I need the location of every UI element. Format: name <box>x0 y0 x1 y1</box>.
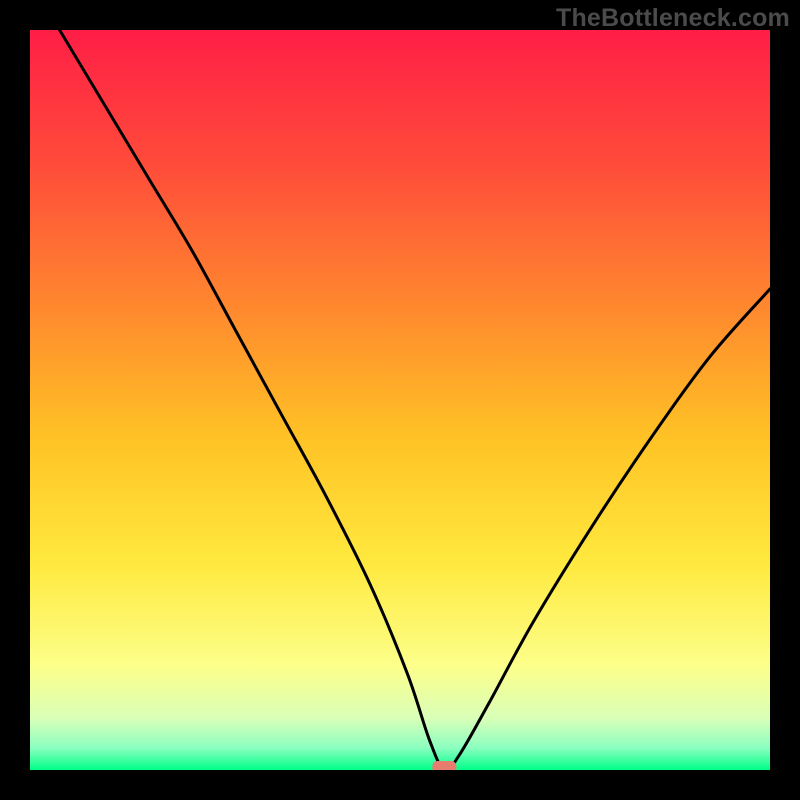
chart-frame: TheBottleneck.com <box>0 0 800 800</box>
vertex-marker <box>432 761 456 770</box>
plot-area <box>30 30 770 770</box>
gradient-background <box>30 30 770 770</box>
bottleneck-chart <box>30 30 770 770</box>
watermark-text: TheBottleneck.com <box>556 4 790 33</box>
